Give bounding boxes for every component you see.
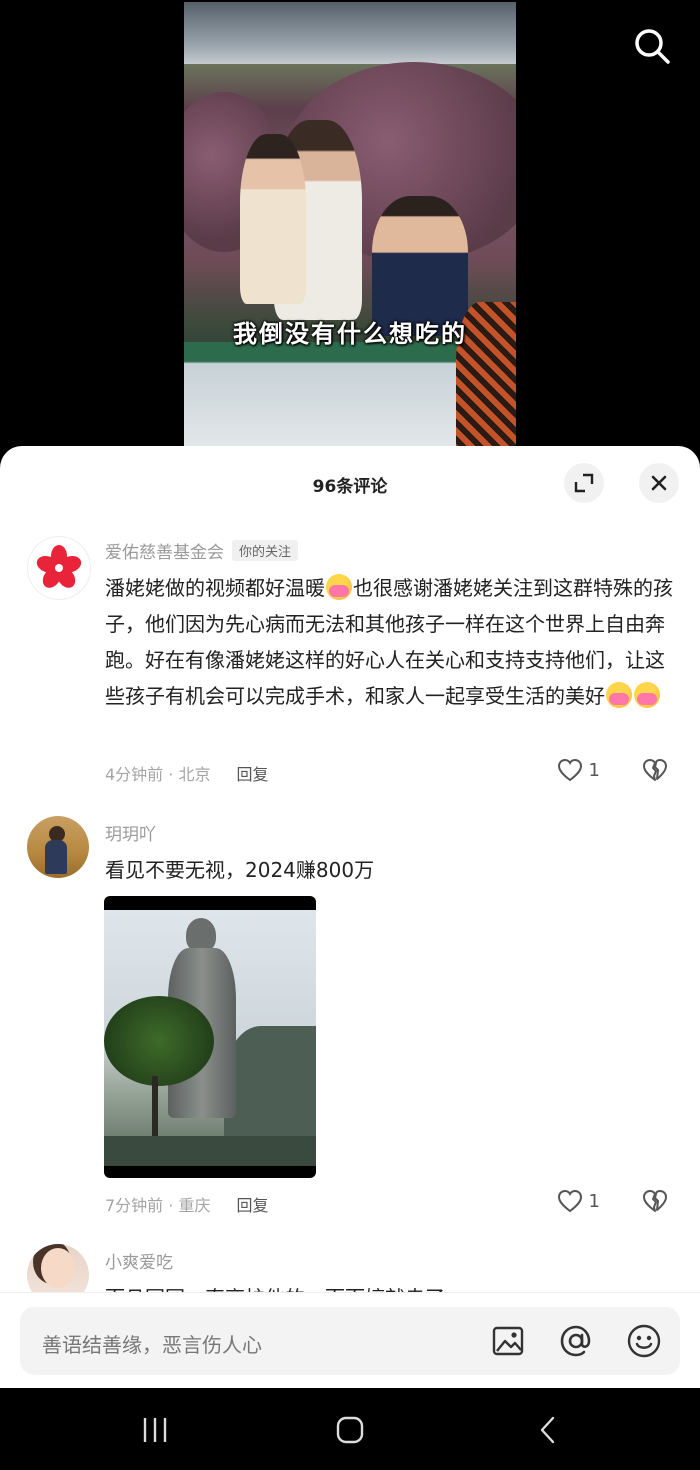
comment-text: 看见不要无视，2024赚800万 <box>105 858 375 882</box>
like-button[interactable]: 1 <box>557 758 600 782</box>
comment-username[interactable]: 爱佑慈善基金会 你的关注 <box>105 538 299 563</box>
dislike-button[interactable] <box>642 1189 668 1217</box>
avatar[interactable] <box>27 536 91 600</box>
image-ground <box>104 1136 316 1166</box>
expand-icon <box>574 473 594 493</box>
hug-emoji-icon <box>606 682 632 708</box>
heart-icon <box>557 1189 582 1213</box>
hug-emoji-icon <box>326 574 352 600</box>
reply-button[interactable]: 回复 <box>236 1196 268 1215</box>
search-icon <box>635 29 670 64</box>
baby-figure <box>240 134 306 304</box>
broken-heart-icon <box>643 1190 667 1212</box>
close-button[interactable] <box>639 463 679 503</box>
recent-apps-button[interactable] <box>135 1410 175 1450</box>
video-player[interactable]: 我倒没有什么想吃的 <box>0 0 700 452</box>
like-button[interactable]: 1 <box>557 1189 600 1213</box>
comments-header: 96条评论 <box>0 446 700 522</box>
avatar-figure-body <box>45 840 67 874</box>
comments-sheet: 96条评论 爱佑慈善基金会 你的关注 潘姥姥做的视频都好温暖 也很感谢潘姥姥关注… <box>0 446 700 1388</box>
dislike-button[interactable] <box>642 758 668 786</box>
comment-username[interactable]: 玥玥吖 <box>105 820 156 845</box>
expand-button[interactable] <box>564 463 604 503</box>
reply-button[interactable]: 回复 <box>236 765 268 784</box>
comment-item: 玥玥吖 看见不要无视，2024赚800万 7分钟前 · 重庆 回复 1 <box>0 816 700 1216</box>
following-tag: 你的关注 <box>232 540 299 561</box>
smiley-icon <box>627 1324 661 1358</box>
like-count: 1 <box>588 759 600 781</box>
comment-username[interactable]: 小爽爱吃 <box>105 1248 173 1273</box>
image-upload-button[interactable] <box>490 1323 526 1359</box>
back-button[interactable] <box>528 1410 568 1450</box>
comment-input-placeholder[interactable]: 善语结善缘，恶言伤人心 <box>42 1329 262 1358</box>
recent-apps-icon <box>143 1418 167 1442</box>
system-nav-bar <box>0 1388 700 1470</box>
like-count: 1 <box>588 1190 600 1212</box>
foundation-logo-icon <box>36 545 82 588</box>
comment-image[interactable] <box>104 896 316 1178</box>
back-chevron-icon <box>540 1416 555 1444</box>
comment-meta: 4分钟前 · 北京 回复 <box>105 761 268 785</box>
comment-meta: 7分钟前 · 重庆 回复 <box>105 1192 268 1216</box>
video-frame[interactable]: 我倒没有什么想吃的 <box>184 2 516 450</box>
image-icon <box>492 1326 524 1356</box>
home-button[interactable] <box>330 1410 370 1450</box>
image-tree <box>104 996 214 1086</box>
heart-icon <box>557 758 582 782</box>
close-icon <box>651 475 667 491</box>
comment-time-location: 7分钟前 · 重庆 <box>105 1196 211 1215</box>
hug-emoji-icon <box>634 682 660 708</box>
mention-button[interactable] <box>558 1323 594 1359</box>
comment-input-bar: 善语结善缘，恶言伤人心 <box>0 1292 700 1389</box>
username-text[interactable]: 爱佑慈善基金会 <box>105 543 224 563</box>
comment-input[interactable]: 善语结善缘，恶言伤人心 <box>20 1307 680 1375</box>
image-statue-head <box>186 918 216 952</box>
comment-item: 爱佑慈善基金会 你的关注 潘姥姥做的视频都好温暖 也很感谢潘姥姥关注到这群特殊的孩子… <box>0 534 700 784</box>
comment-text: 潘姥姥做的视频都好温暖 也很感谢潘姥姥关注到这群特殊的孩子，他们因为先心病而无法和… <box>105 570 675 714</box>
at-sign-icon <box>560 1325 591 1357</box>
search-button[interactable] <box>632 26 672 66</box>
avatar-face <box>41 1248 75 1288</box>
comment-text-part: 潘姥姥做的视频都好温暖 <box>105 576 325 600</box>
home-icon <box>336 1416 364 1444</box>
broken-heart-icon <box>643 759 667 781</box>
video-subtitle: 我倒没有什么想吃的 <box>233 320 467 348</box>
comment-time-location: 4分钟前 · 北京 <box>105 765 211 784</box>
emoji-button[interactable] <box>626 1323 662 1359</box>
avatar[interactable] <box>27 816 89 878</box>
awning <box>184 2 516 64</box>
